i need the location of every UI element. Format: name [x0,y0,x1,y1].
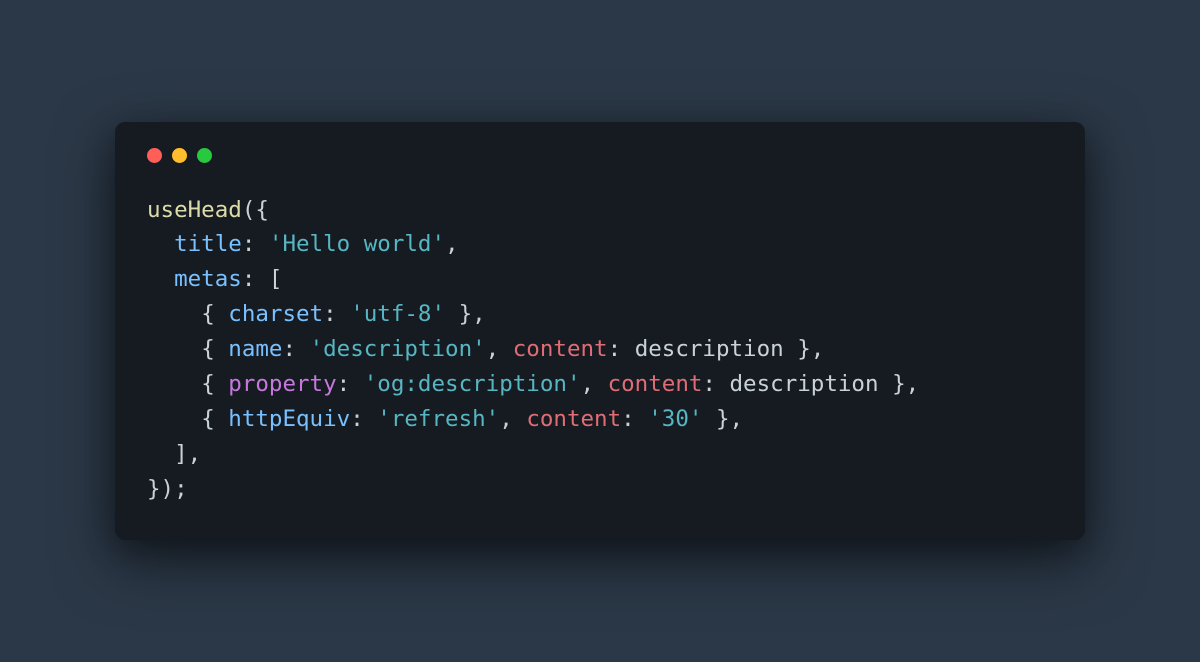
str-name: 'description' [310,336,486,362]
prop-content: content [526,406,621,432]
minimize-icon[interactable] [172,148,187,163]
str-30: '30' [648,406,702,432]
maximize-icon[interactable] [197,148,212,163]
prop-metas: metas [174,266,242,292]
window-titlebar [147,148,1053,163]
prop-property: property [228,371,336,397]
code-window: useHead({ title: 'Hello world', metas: [… [115,122,1085,541]
prop-content: content [608,371,703,397]
prop-title: title [174,231,242,257]
close-icon[interactable] [147,148,162,163]
fn-name: useHead [147,197,242,223]
ident-description: description [635,336,784,362]
prop-httpequiv: httpEquiv [228,406,350,432]
str-charset: 'utf-8' [350,301,445,327]
prop-charset: charset [228,301,323,327]
prop-content: content [513,336,608,362]
str-property: 'og:description' [364,371,581,397]
code-block: useHead({ title: 'Hello world', metas: [… [147,193,1053,507]
str-title: 'Hello world' [269,231,445,257]
ident-description: description [730,371,879,397]
prop-name: name [228,336,282,362]
code-punc: ({ [242,197,269,223]
str-refresh: 'refresh' [377,406,499,432]
